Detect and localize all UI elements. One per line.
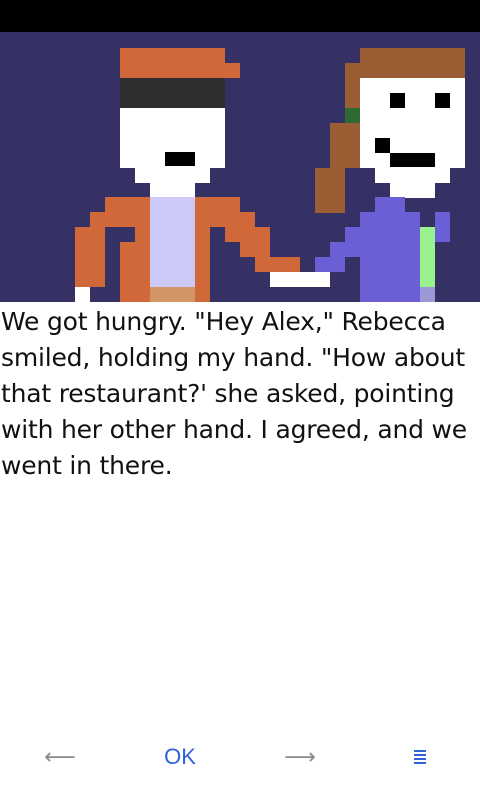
ok-button[interactable]: OK: [150, 740, 210, 774]
status-bar: [0, 0, 480, 32]
story-scene-image: [0, 32, 480, 302]
menu-button[interactable]: [400, 740, 440, 774]
menu-icon: [414, 750, 426, 764]
next-arrow-button[interactable]: ⟶: [280, 740, 320, 774]
next-arrow-icon: ⟶: [284, 744, 316, 770]
app-bar: ⟵ OK ⟶: [0, 730, 480, 786]
back-arrow-button[interactable]: ⟵: [40, 740, 80, 774]
ok-label: OK: [164, 744, 196, 769]
back-arrow-icon: ⟵: [44, 744, 76, 770]
story-text: We got hungry. "Hey Alex," Rebecca smile…: [1, 307, 467, 480]
